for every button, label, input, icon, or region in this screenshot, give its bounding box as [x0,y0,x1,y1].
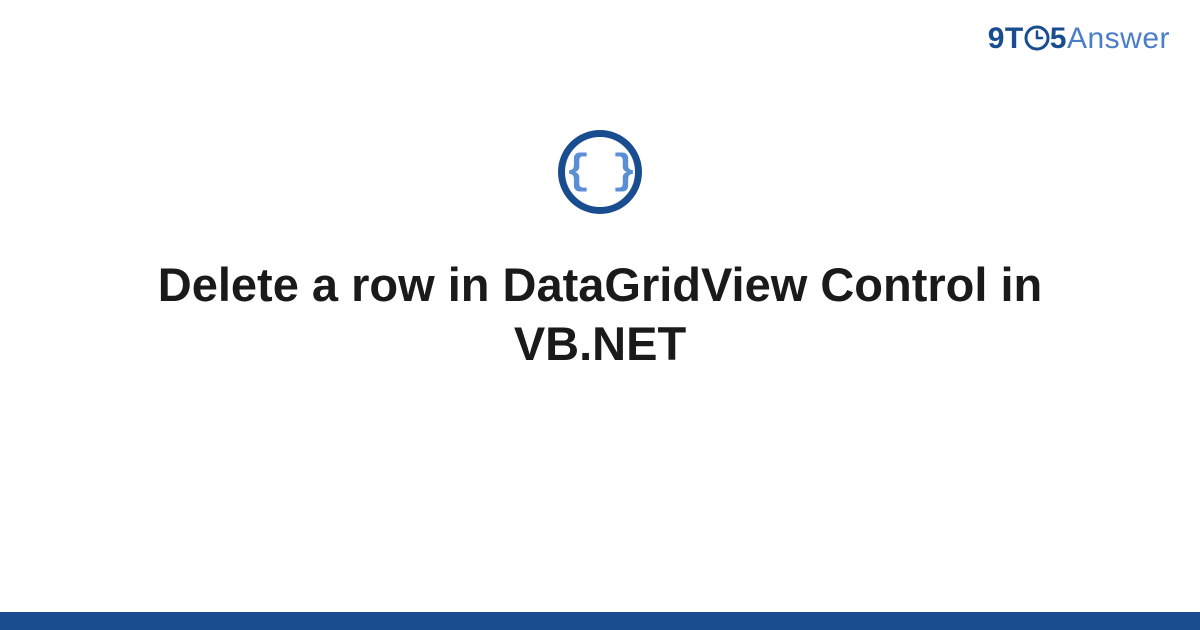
logo-part-5: 5 [1050,22,1067,55]
clock-o-icon [1024,25,1050,51]
category-icon-circle: { } [558,130,642,214]
bottom-accent-bar [0,612,1200,630]
logo-part-9t: 9T [988,22,1024,55]
question-title: Delete a row in DataGridView Control in … [150,256,1050,374]
site-logo: 9T 5Answer [988,22,1170,56]
main-content: { } Delete a row in DataGridView Control… [0,130,1200,374]
code-braces-icon: { } [565,148,635,196]
logo-part-answer: Answer [1067,22,1170,55]
